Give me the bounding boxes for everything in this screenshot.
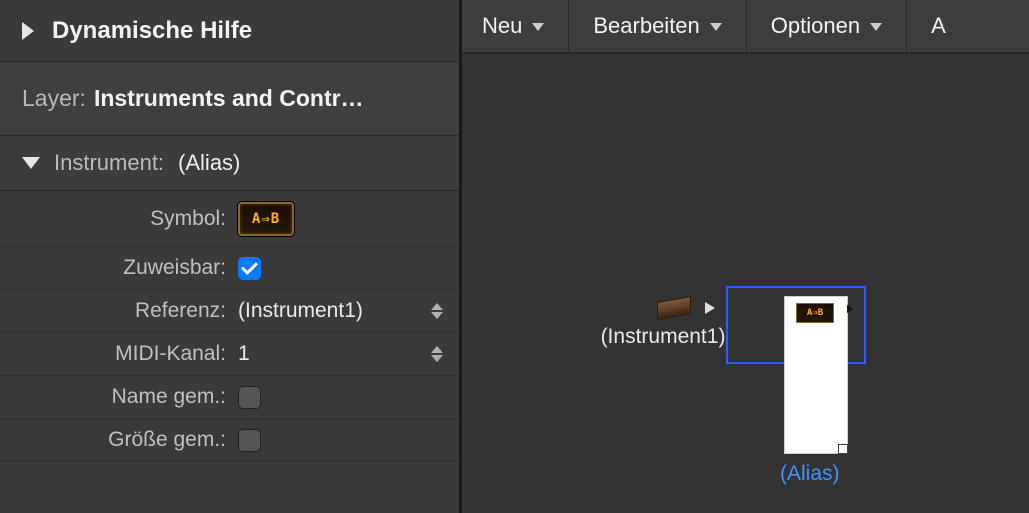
prop-size-label: Größe gem.: [0,428,232,452]
prop-midi-label: MIDI-Kanal: [0,342,232,366]
stepper-up-icon [431,303,443,310]
reference-stepper[interactable] [431,303,443,319]
instrument-disclosure-row[interactable]: Instrument: (Alias) [0,136,459,191]
prop-name-label: Name gem.: [0,385,232,409]
toolbar: Neu Bearbeiten Optionen A [462,0,1029,54]
help-title: Dynamische Hilfe [52,17,252,45]
toolbar-separator [568,0,569,53]
alias-icon-text: A⇒B [252,211,280,227]
help-disclosure-row[interactable]: Dynamische Hilfe [0,0,459,62]
inspector-sidebar: Dynamische Hilfe Layer: Instruments and … [0,0,462,513]
chevron-down-icon [870,23,882,31]
menu-new-label: Neu [482,13,522,39]
instrument-node-label: (Instrument1) [601,325,726,349]
alias-node-label: (Alias) [780,462,840,486]
prop-assignable: Zuweisbar: [0,247,459,290]
prop-name-shared: Name gem.: [0,376,459,419]
layer-label: Layer: [22,85,86,112]
canvas-area[interactable]: (Instrument1) A⇒B (Alias) [462,54,1029,513]
menu-truncated[interactable]: A [931,13,946,39]
menu-options-label: Optionen [771,13,860,39]
toolbar-separator [746,0,747,53]
play-icon [705,302,715,314]
menu-edit-label: Bearbeiten [593,13,699,39]
chevron-down-icon [22,157,40,169]
assignable-checkbox[interactable] [238,257,261,280]
prop-midi-channel: MIDI-Kanal: 1 [0,333,459,376]
stepper-down-icon [431,355,443,362]
resize-handle[interactable] [838,444,848,454]
menu-options[interactable]: Optionen [771,13,882,39]
alias-small-icon-text: A⇒B [807,308,823,318]
output-port-icon[interactable] [847,305,853,313]
size-checkbox[interactable] [238,429,261,452]
prop-reference-label: Referenz: [0,299,232,323]
layer-row[interactable]: Layer: Instruments and Contr… [0,62,459,136]
chevron-right-icon [22,22,34,40]
chevron-down-icon [532,23,544,31]
prop-assignable-label: Zuweisbar: [0,256,232,280]
stepper-down-icon [431,312,443,319]
toolbar-separator [906,0,907,53]
reference-value[interactable]: (Instrument1) [232,299,459,323]
instrument-label: Instrument: [54,150,164,176]
prop-symbol-label: Symbol: [0,207,232,231]
prop-symbol: Symbol: A⇒B [0,191,459,247]
instrument-value: (Alias) [178,150,240,176]
alias-small-icon: A⇒B [796,303,834,323]
midi-stepper[interactable] [431,346,443,362]
midi-value[interactable]: 1 [232,342,459,366]
instrument-node[interactable]: (Instrument1) [578,299,748,349]
stepper-up-icon [431,346,443,353]
environment-canvas: Neu Bearbeiten Optionen A (Instrument1) [462,0,1029,513]
instrument-icon [657,296,691,320]
chevron-down-icon [710,23,722,31]
alias-symbol-icon[interactable]: A⇒B [238,202,294,236]
alias-node[interactable]: A⇒B [784,296,848,454]
menu-new[interactable]: Neu [482,13,544,39]
layer-value: Instruments and Contr… [94,85,364,112]
name-checkbox[interactable] [238,386,261,409]
menu-truncated-label: A [931,13,946,39]
menu-edit[interactable]: Bearbeiten [593,13,721,39]
prop-reference: Referenz: (Instrument1) [0,290,459,333]
prop-size-shared: Größe gem.: [0,419,459,462]
